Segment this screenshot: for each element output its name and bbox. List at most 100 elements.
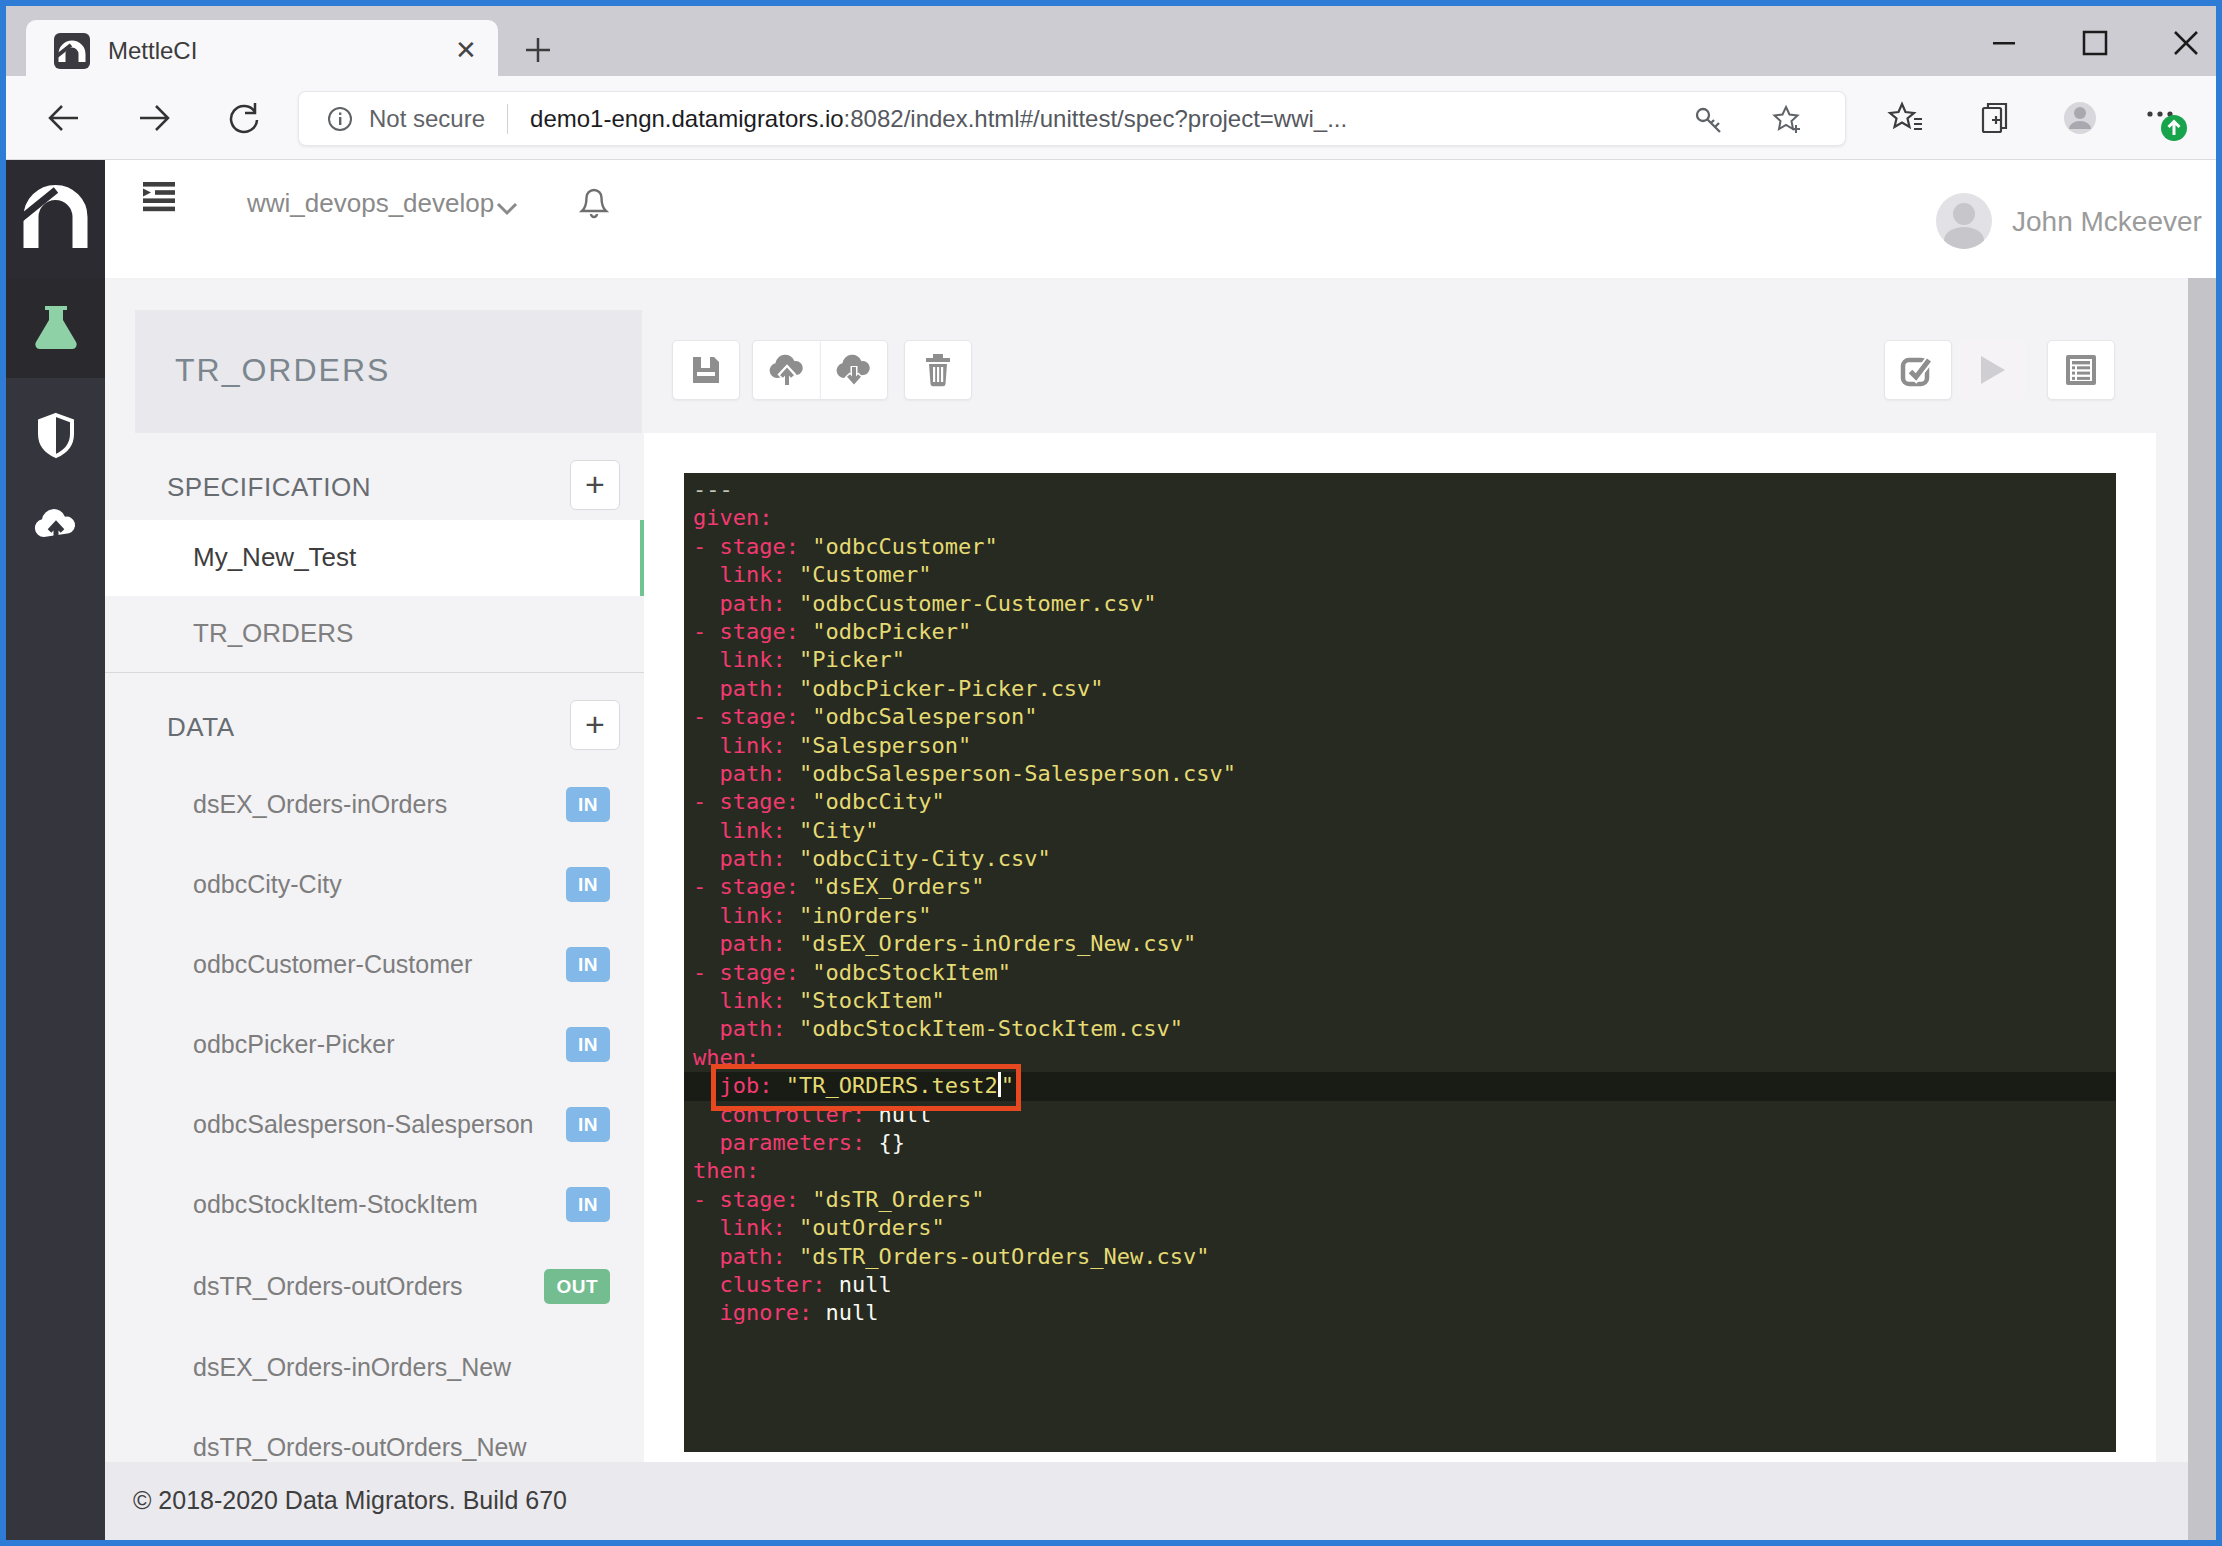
highlight-annotation-box: job: "TR_ORDERS.test2" bbox=[720, 1073, 1014, 1098]
editor-line[interactable]: link: "outOrders" bbox=[684, 1214, 2116, 1242]
project-dropdown[interactable]: wwi_devops_develop bbox=[247, 188, 494, 219]
data-item-badge-in: IN bbox=[566, 1107, 610, 1142]
app-sidebar bbox=[6, 160, 105, 1540]
add-specification-button[interactable]: + bbox=[570, 460, 620, 510]
editor-line[interactable]: job: "TR_ORDERS.test2" bbox=[684, 1072, 2116, 1100]
editor-line[interactable]: - stage: "dsTR_Orders" bbox=[684, 1186, 2116, 1214]
spec-item[interactable]: TR_ORDERS bbox=[105, 596, 646, 672]
chevron-down-icon[interactable] bbox=[494, 200, 520, 218]
editor-line[interactable]: - stage: "odbcStockItem" bbox=[684, 959, 2116, 987]
download-button[interactable] bbox=[820, 340, 888, 400]
favorites-icon[interactable] bbox=[1884, 96, 1928, 140]
upload-button[interactable] bbox=[752, 340, 820, 400]
editor-line[interactable]: - stage: "odbcCustomer" bbox=[684, 533, 2116, 561]
editor-line[interactable]: link: "City" bbox=[684, 817, 2116, 845]
editor-line[interactable]: - stage: "odbcCity" bbox=[684, 788, 2116, 816]
reload-button[interactable] bbox=[224, 98, 264, 138]
delete-button[interactable] bbox=[904, 340, 972, 400]
not-secure-label: Not secure bbox=[369, 105, 485, 133]
yaml-editor[interactable]: ---given:- stage: "odbcCustomer" link: "… bbox=[684, 473, 2116, 1452]
data-item[interactable]: odbcStockItem-StockItemIN bbox=[105, 1165, 646, 1245]
notifications-bell-icon[interactable] bbox=[575, 180, 613, 222]
editor-line[interactable]: path: "odbcCity-City.csv" bbox=[684, 845, 2116, 873]
sidebar-item-tests[interactable] bbox=[6, 278, 105, 378]
window-close-button[interactable] bbox=[2163, 28, 2209, 58]
editor-line[interactable]: - stage: "odbcSalesperson" bbox=[684, 703, 2116, 731]
data-item-badge-in: IN bbox=[566, 867, 610, 902]
window-minimize-button[interactable] bbox=[1981, 28, 2027, 58]
editor-line[interactable]: link: "Salesperson" bbox=[684, 732, 2116, 760]
url-host: demo1-engn.datamigrators.io bbox=[530, 105, 844, 133]
browser-window: MettleCI ✕ Not secure demo1-engn.datamig… bbox=[0, 0, 2222, 1546]
app-header bbox=[6, 160, 2216, 278]
data-item-badge-out: OUT bbox=[544, 1269, 610, 1304]
new-tab-button[interactable] bbox=[520, 32, 556, 68]
data-item-badge-in: IN bbox=[566, 1027, 610, 1062]
report-button[interactable] bbox=[2047, 340, 2115, 400]
data-item-label: dsTR_Orders-outOrders_New bbox=[193, 1433, 526, 1462]
profile-avatar-icon[interactable] bbox=[2058, 96, 2102, 140]
editor-line[interactable]: cluster: null bbox=[684, 1271, 2116, 1299]
user-avatar[interactable] bbox=[1936, 193, 1992, 249]
sidebar-item-security-shield-icon[interactable] bbox=[35, 412, 77, 462]
editor-line[interactable]: link: "Customer" bbox=[684, 561, 2116, 589]
editor-line[interactable]: path: "dsEX_Orders-inOrders_New.csv" bbox=[684, 930, 2116, 958]
editor-line[interactable]: path: "odbcPicker-Picker.csv" bbox=[684, 675, 2116, 703]
data-item[interactable]: dsEX_Orders-inOrders_New bbox=[105, 1328, 646, 1408]
user-name[interactable]: John Mckeever bbox=[2012, 206, 2202, 238]
data-item-label: dsEX_Orders-inOrders bbox=[193, 790, 447, 819]
browser-addressbar: Not secure demo1-engn.datamigrators.io:8… bbox=[6, 76, 2216, 160]
data-item[interactable]: dsEX_Orders-inOrdersIN bbox=[105, 765, 646, 845]
editor-line[interactable]: link: "Picker" bbox=[684, 646, 2116, 674]
browser-tab[interactable]: MettleCI ✕ bbox=[26, 20, 498, 82]
data-item[interactable]: odbcPicker-PickerIN bbox=[105, 1005, 646, 1085]
browser-menu-icon[interactable] bbox=[2136, 96, 2180, 140]
page-scrollbar[interactable] bbox=[2188, 278, 2216, 1540]
url-field[interactable]: Not secure demo1-engn.datamigrators.io:8… bbox=[298, 91, 1846, 146]
editor-line[interactable]: given: bbox=[684, 504, 2116, 532]
editor-line[interactable]: path: "dsTR_Orders-outOrders_New.csv" bbox=[684, 1243, 2116, 1271]
divider bbox=[105, 672, 646, 673]
info-icon[interactable] bbox=[325, 104, 355, 134]
data-item-label: odbcCity-City bbox=[193, 870, 342, 899]
run-button[interactable] bbox=[1958, 340, 2026, 400]
back-button[interactable] bbox=[44, 98, 84, 138]
data-item[interactable]: odbcCustomer-CustomerIN bbox=[105, 925, 646, 1005]
data-section-label: DATA bbox=[167, 712, 234, 743]
forward-button[interactable] bbox=[134, 98, 174, 138]
add-favorite-star-icon[interactable] bbox=[1771, 104, 1803, 136]
editor-line[interactable]: then: bbox=[684, 1157, 2116, 1185]
collections-icon[interactable] bbox=[1974, 96, 2018, 140]
editor-line[interactable]: parameters: {} bbox=[684, 1129, 2116, 1157]
data-item-label: odbcStockItem-StockItem bbox=[193, 1190, 478, 1219]
editor-line[interactable]: - stage: "odbcPicker" bbox=[684, 618, 2116, 646]
window-maximize-button[interactable] bbox=[2072, 28, 2118, 58]
sidebar-item-cloud-upload-icon[interactable] bbox=[32, 505, 80, 543]
editor-line[interactable]: path: "odbcCustomer-Customer.csv" bbox=[684, 590, 2116, 618]
tab-close-icon[interactable]: ✕ bbox=[451, 35, 481, 65]
data-item[interactable]: odbcCity-City IN bbox=[105, 845, 646, 925]
add-data-button[interactable]: + bbox=[570, 700, 620, 750]
app-logo[interactable] bbox=[6, 160, 105, 278]
spec-item-label: TR_ORDERS bbox=[193, 618, 353, 649]
password-key-icon[interactable] bbox=[1693, 104, 1725, 136]
panel-title: TR_ORDERS bbox=[175, 352, 390, 389]
specification-section-label: SPECIFICATION bbox=[167, 472, 371, 503]
editor-line[interactable]: --- bbox=[684, 476, 2116, 504]
data-item-label: odbcSalesperson-Salesperson bbox=[193, 1110, 534, 1139]
spec-item-selected[interactable]: My_New_Test bbox=[105, 520, 646, 596]
sidebar-toggle-icon[interactable] bbox=[143, 182, 179, 216]
data-item[interactable]: dsTR_Orders-outOrdersOUT bbox=[105, 1247, 646, 1327]
validate-button[interactable] bbox=[1884, 340, 1952, 400]
editor-line[interactable]: link: "StockItem" bbox=[684, 987, 2116, 1015]
data-item[interactable]: odbcSalesperson-Salesperson IN bbox=[105, 1085, 646, 1165]
url-path: :8082/index.html#/unittest/spec?project=… bbox=[844, 105, 1348, 133]
save-button[interactable] bbox=[672, 340, 740, 400]
editor-line[interactable]: path: "odbcSalesperson-Salesperson.csv" bbox=[684, 760, 2116, 788]
editor-line[interactable]: path: "odbcStockItem-StockItem.csv" bbox=[684, 1015, 2116, 1043]
data-item-label: odbcCustomer-Customer bbox=[193, 950, 472, 979]
editor-line[interactable]: - stage: "dsEX_Orders" bbox=[684, 873, 2116, 901]
editor-line[interactable]: link: "inOrders" bbox=[684, 902, 2116, 930]
editor-line[interactable]: ignore: null bbox=[684, 1299, 2116, 1327]
tab-favicon-icon bbox=[54, 33, 90, 69]
